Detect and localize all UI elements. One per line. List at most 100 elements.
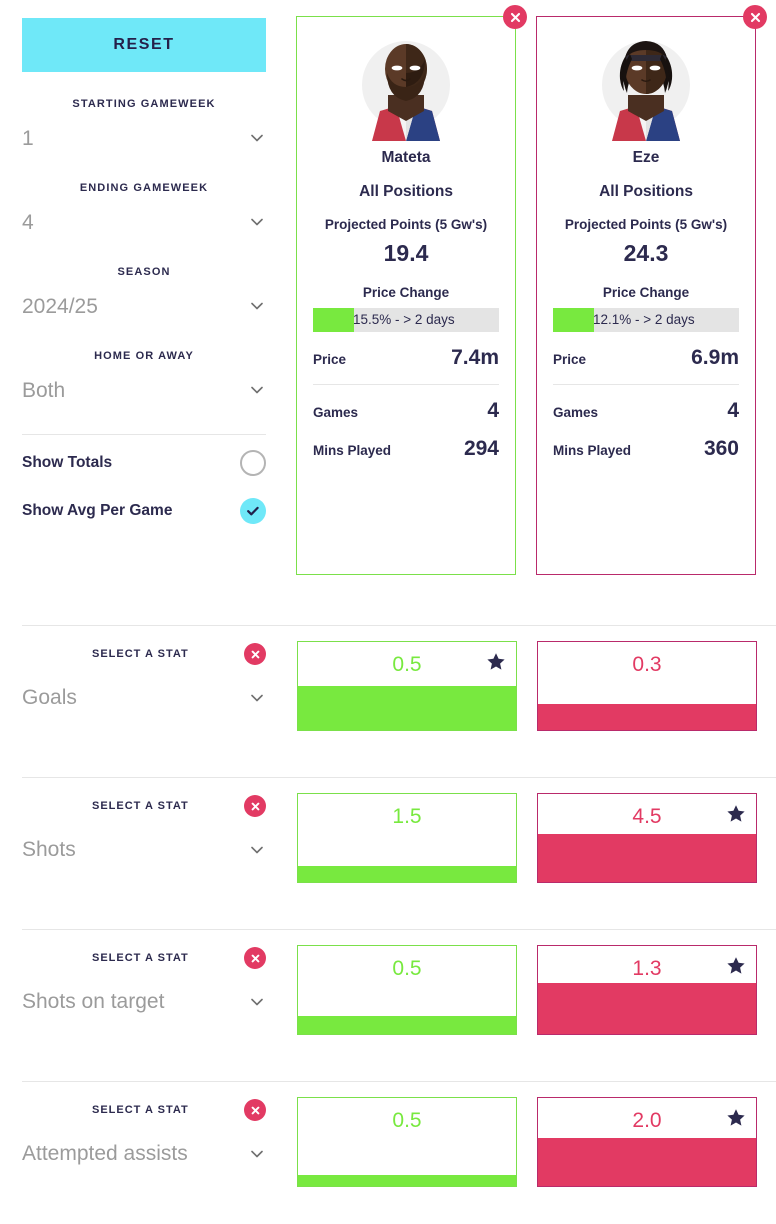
ending-gameweek-select[interactable]: 4 bbox=[22, 204, 266, 240]
row-separator bbox=[22, 1081, 776, 1082]
select-a-stat-line: SELECT A STAT bbox=[22, 947, 266, 969]
chevron-down-icon bbox=[248, 689, 266, 707]
stat-selector: SELECT A STAT Goals bbox=[22, 643, 266, 708]
sidebar-divider bbox=[22, 434, 266, 435]
season-select[interactable]: 2024/25 bbox=[22, 288, 266, 324]
player-card: Eze All Positions Projected Points (5 Gw… bbox=[536, 5, 767, 575]
player-comparison-page: RESET STARTING GAMEWEEK 1 ENDING GAMEWEE… bbox=[0, 0, 776, 1224]
stat-selector: SELECT A STAT Attempted assists bbox=[22, 1099, 266, 1164]
player-name: Mateta bbox=[381, 149, 431, 166]
row-separator bbox=[22, 625, 776, 626]
stat-select[interactable]: Goals bbox=[22, 687, 266, 708]
stat-bar: 0.5 bbox=[297, 945, 517, 1035]
bar-fill bbox=[298, 1016, 516, 1034]
games-label: Games bbox=[553, 405, 599, 420]
toggle-label: Show Avg Per Game bbox=[22, 502, 173, 519]
stat-row: SELECT A STAT Shots 1.5 4.5 bbox=[0, 777, 776, 929]
bar-fill bbox=[298, 1175, 516, 1186]
mins-played-value: 294 bbox=[463, 437, 499, 460]
stat-row: SELECT A STAT Shots on target 0.5 1.3 bbox=[0, 929, 776, 1081]
home-or-away-select[interactable]: Both bbox=[22, 372, 266, 408]
stat-selector: SELECT A STAT Shots bbox=[22, 795, 266, 860]
chevron-down-icon bbox=[248, 841, 266, 859]
games-value: 4 bbox=[487, 399, 499, 422]
radio-unchecked-icon[interactable] bbox=[240, 450, 266, 476]
price-label: Price bbox=[313, 352, 347, 367]
top-area: RESET STARTING GAMEWEEK 1 ENDING GAMEWEE… bbox=[0, 0, 776, 625]
stat-selector: SELECT A STAT Shots on target bbox=[22, 947, 266, 1012]
stat-select[interactable]: Attempted assists bbox=[22, 1143, 266, 1164]
mins-played-label: Mins Played bbox=[553, 443, 632, 458]
player-card: Mateta All Positions Projected Points (5… bbox=[296, 5, 527, 575]
select-a-stat-line: SELECT A STAT bbox=[22, 1099, 266, 1121]
stat-name: Shots bbox=[22, 838, 76, 861]
stat-bar: 0.5 bbox=[297, 641, 517, 731]
star-icon bbox=[726, 1108, 746, 1128]
select-a-stat-label: SELECT A STAT bbox=[92, 952, 189, 964]
price-change-bar: 15.5% - > 2 days bbox=[313, 308, 499, 332]
select-value: 2024/25 bbox=[22, 294, 98, 318]
price-row: Price 7.4m bbox=[313, 346, 499, 370]
filter-label: STARTING GAMEWEEK bbox=[72, 98, 216, 110]
filter-starting-gameweek: STARTING GAMEWEEK 1 bbox=[22, 98, 266, 156]
chevron-down-icon bbox=[248, 1145, 266, 1163]
price-label: Price bbox=[553, 352, 587, 367]
mins-played-value: 360 bbox=[703, 437, 739, 460]
remove-circle-icon[interactable] bbox=[244, 795, 266, 817]
filter-home-or-away: HOME OR AWAY Both bbox=[22, 350, 266, 408]
bar-value: 0.5 bbox=[392, 653, 422, 676]
filter-label: HOME OR AWAY bbox=[94, 350, 194, 362]
chevron-down-icon bbox=[248, 129, 266, 147]
select-a-stat-label: SELECT A STAT bbox=[92, 800, 189, 812]
stat-select[interactable]: Shots on target bbox=[22, 991, 266, 1012]
price-change-label: Price Change bbox=[602, 285, 690, 300]
stat-bar: 0.3 bbox=[537, 641, 757, 731]
price-change-bar: 12.1% - > 2 days bbox=[553, 308, 739, 332]
avatar bbox=[313, 33, 499, 141]
stat-name: Goals bbox=[22, 686, 77, 709]
check-circle-icon[interactable] bbox=[240, 498, 266, 524]
chevron-down-icon bbox=[248, 213, 266, 231]
bar-fill bbox=[538, 703, 756, 730]
bar-value: 4.5 bbox=[632, 805, 662, 828]
bar-value: 1.5 bbox=[392, 805, 422, 828]
stat-select[interactable]: Shots bbox=[22, 839, 266, 860]
select-a-stat-line: SELECT A STAT bbox=[22, 795, 266, 817]
toggle-show-totals[interactable]: Show Totals bbox=[22, 443, 266, 483]
projected-points-value: 19.4 bbox=[383, 240, 429, 266]
bar-fill bbox=[298, 866, 516, 882]
filter-season: SEASON 2024/25 bbox=[22, 266, 266, 324]
remove-circle-icon[interactable] bbox=[244, 643, 266, 665]
toggle-label: Show Totals bbox=[22, 454, 113, 471]
stat-bar: 4.5 bbox=[537, 793, 757, 883]
price-change-fill bbox=[313, 308, 354, 332]
starting-gameweek-select[interactable]: 1 bbox=[22, 120, 266, 156]
select-a-stat-label: SELECT A STAT bbox=[92, 648, 189, 660]
projected-points-label: Projected Points (5 Gw's) bbox=[564, 217, 728, 232]
remove-circle-icon[interactable] bbox=[244, 947, 266, 969]
stat-bar: 1.3 bbox=[537, 945, 757, 1035]
bar-fill bbox=[538, 982, 756, 1034]
player-name: Eze bbox=[632, 149, 660, 166]
card-divider bbox=[313, 384, 499, 385]
stat-comparison-rows: SELECT A STAT Goals 0.5 0.3 SELECT A STA… bbox=[0, 625, 776, 1224]
price-change-label: Price Change bbox=[362, 285, 450, 300]
toggle-show-avg-per-game[interactable]: Show Avg Per Game bbox=[22, 491, 266, 531]
close-icon[interactable] bbox=[503, 5, 527, 29]
reset-button[interactable]: RESET bbox=[22, 18, 266, 72]
price-value: 6.9m bbox=[691, 346, 739, 369]
filter-label: SEASON bbox=[117, 266, 171, 278]
row-separator bbox=[22, 929, 776, 930]
select-a-stat-line: SELECT A STAT bbox=[22, 643, 266, 665]
mins-played-label: Mins Played bbox=[313, 443, 392, 458]
bar-value: 0.3 bbox=[632, 653, 662, 676]
row-separator bbox=[22, 777, 776, 778]
stat-bar: 1.5 bbox=[297, 793, 517, 883]
select-value: 4 bbox=[22, 210, 34, 234]
stat-row: SELECT A STAT Goals 0.5 0.3 bbox=[0, 625, 776, 777]
select-value: Both bbox=[22, 378, 66, 402]
remove-circle-icon[interactable] bbox=[244, 1099, 266, 1121]
mins-played-row: Mins Played 360 bbox=[553, 437, 739, 461]
bar-value: 1.3 bbox=[632, 957, 662, 980]
close-icon[interactable] bbox=[743, 5, 767, 29]
